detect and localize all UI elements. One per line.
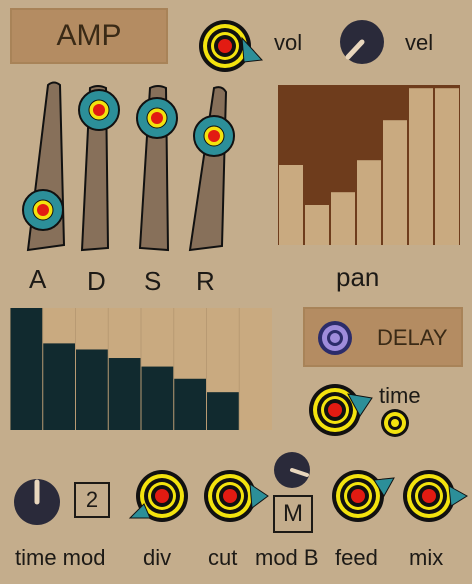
- target-knob-icon: [199, 20, 264, 72]
- adsr-label-r: R: [196, 266, 215, 296]
- vol-knob[interactable]: [198, 18, 266, 76]
- pan-label: pan: [336, 262, 380, 292]
- delay-step-bar[interactable]: [141, 366, 174, 430]
- target-knob-icon: [128, 470, 188, 522]
- pan-step-bar[interactable]: [435, 88, 459, 245]
- vel-label: vel: [405, 30, 434, 55]
- delay-time-knob[interactable]: [308, 382, 374, 438]
- delay-step-sequencer[interactable]: [9, 308, 272, 435]
- time-mod-knob[interactable]: [13, 478, 61, 526]
- feed-knob[interactable]: [330, 470, 398, 526]
- pan-step-bar[interactable]: [357, 160, 381, 245]
- delay-step-bar[interactable]: [108, 358, 141, 430]
- div-knob[interactable]: [128, 470, 192, 526]
- adsr-label-s: S: [144, 266, 162, 296]
- dark-knob-icon: [14, 479, 60, 525]
- delay-step-bar[interactable]: [42, 343, 76, 430]
- delay-step-bar[interactable]: [10, 308, 43, 430]
- amp-title-button[interactable]: AMP: [10, 8, 168, 64]
- dark-knob-icon: [340, 20, 384, 64]
- time-mod-value-box[interactable]: 2: [74, 482, 110, 518]
- target-knob-icon: [403, 470, 468, 522]
- time-sync-toggle[interactable]: [380, 408, 410, 443]
- mod-b-m-button[interactable]: M: [273, 495, 313, 533]
- delay-step-bar[interactable]: [173, 378, 207, 430]
- adsr-label-a: A: [29, 264, 47, 294]
- dark-knob-icon: [274, 452, 310, 488]
- vel-knob[interactable]: [338, 20, 386, 66]
- mod-b-knob[interactable]: [272, 452, 312, 492]
- cut-knob[interactable]: [202, 470, 270, 526]
- delay-label: DELAY: [377, 325, 448, 350]
- slider-track-r: [188, 86, 228, 252]
- slider-thumb-d[interactable]: [78, 89, 120, 131]
- pan-step-bar[interactable]: [383, 120, 407, 245]
- target-knob-icon: [309, 384, 373, 436]
- slider-thumb-a[interactable]: [22, 189, 64, 231]
- pan-step-bar[interactable]: [331, 192, 355, 245]
- mix-label: mix: [409, 545, 444, 570]
- ring-toggle-icon: [318, 321, 352, 355]
- time-mod-label: time mod: [15, 545, 106, 570]
- adsr-label-d: D: [87, 266, 106, 296]
- pan-step-bar[interactable]: [305, 205, 329, 245]
- delay-step-bg: [239, 308, 272, 430]
- pan-step-bar[interactable]: [279, 165, 303, 245]
- slider-thumb-s[interactable]: [136, 97, 178, 139]
- delay-step-bar[interactable]: [206, 392, 240, 430]
- vol-label: vol: [274, 30, 303, 55]
- pan-step-sequencer[interactable]: [278, 85, 460, 250]
- mix-knob[interactable]: [401, 470, 469, 526]
- ring-toggle-icon: [381, 409, 409, 437]
- pan-step-bar[interactable]: [409, 88, 433, 245]
- adsr-sliders: [18, 80, 248, 265]
- delay-step-bar[interactable]: [75, 349, 109, 430]
- div-label: div: [143, 545, 172, 570]
- feed-label: feed: [335, 545, 378, 570]
- time-label: time: [379, 383, 421, 408]
- target-knob-icon: [204, 470, 269, 522]
- target-knob-icon: [332, 470, 395, 522]
- cut-label: cut: [208, 545, 238, 570]
- slider-thumb-r[interactable]: [193, 115, 235, 157]
- delay-toggle-button[interactable]: DELAY: [303, 307, 463, 367]
- mod-b-label: mod B: [255, 545, 319, 570]
